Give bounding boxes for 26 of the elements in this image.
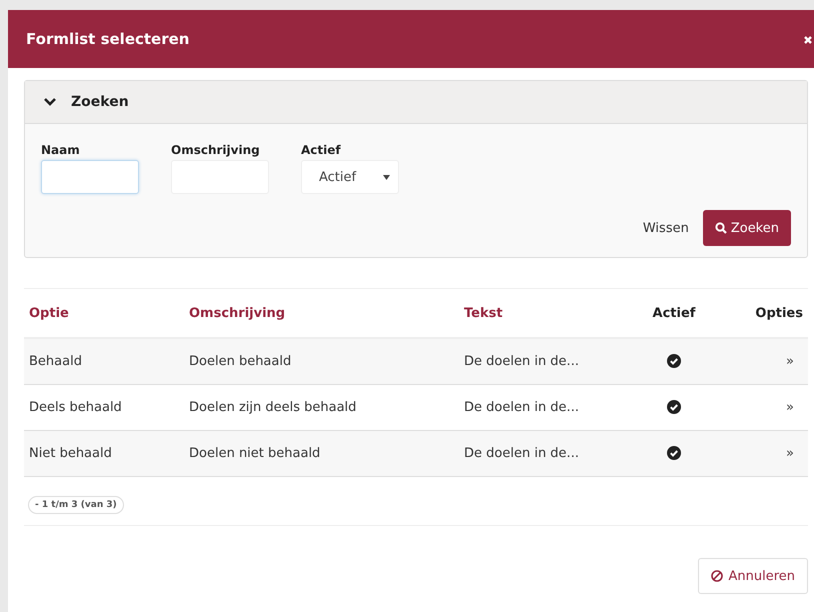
close-icon[interactable] <box>804 35 812 45</box>
dropdown-caret-icon <box>383 174 390 180</box>
search-button[interactable]: Zoeken <box>702 210 791 246</box>
input-field[interactable] <box>41 160 139 194</box>
select-dropdown[interactable]: Actief <box>301 160 399 194</box>
search-panel-header[interactable]: Zoeken <box>25 81 807 124</box>
table-cell: Doelen behaald <box>184 338 459 384</box>
field-label: Actief <box>301 143 342 157</box>
table-cell: De doelen in de... <box>459 430 624 476</box>
dialog-title: Formlist selecteren <box>26 30 190 48</box>
clear-button[interactable]: Wissen <box>642 220 689 236</box>
panel-title: Zoeken <box>71 94 129 110</box>
row-options-link[interactable]: » <box>786 400 794 415</box>
field-label: Naam <box>41 143 81 157</box>
table-cell: Niet behaald <box>24 430 184 476</box>
cancel-button[interactable]: Annuleren <box>698 558 808 594</box>
chevron-icon <box>43 97 57 107</box>
search-icon <box>714 222 727 234</box>
row-options-link[interactable]: » <box>786 446 794 461</box>
table-cell: Behaald <box>24 338 184 384</box>
table-cell: Doelen niet behaald <box>184 430 459 476</box>
pagination-badge: - 1 t/m 3 (van 3) <box>28 496 124 514</box>
field-label: Omschrijving <box>171 143 261 157</box>
table-cell: De doelen in de... <box>459 338 624 384</box>
ban-icon <box>711 570 724 582</box>
row-options-link[interactable]: » <box>786 354 794 369</box>
